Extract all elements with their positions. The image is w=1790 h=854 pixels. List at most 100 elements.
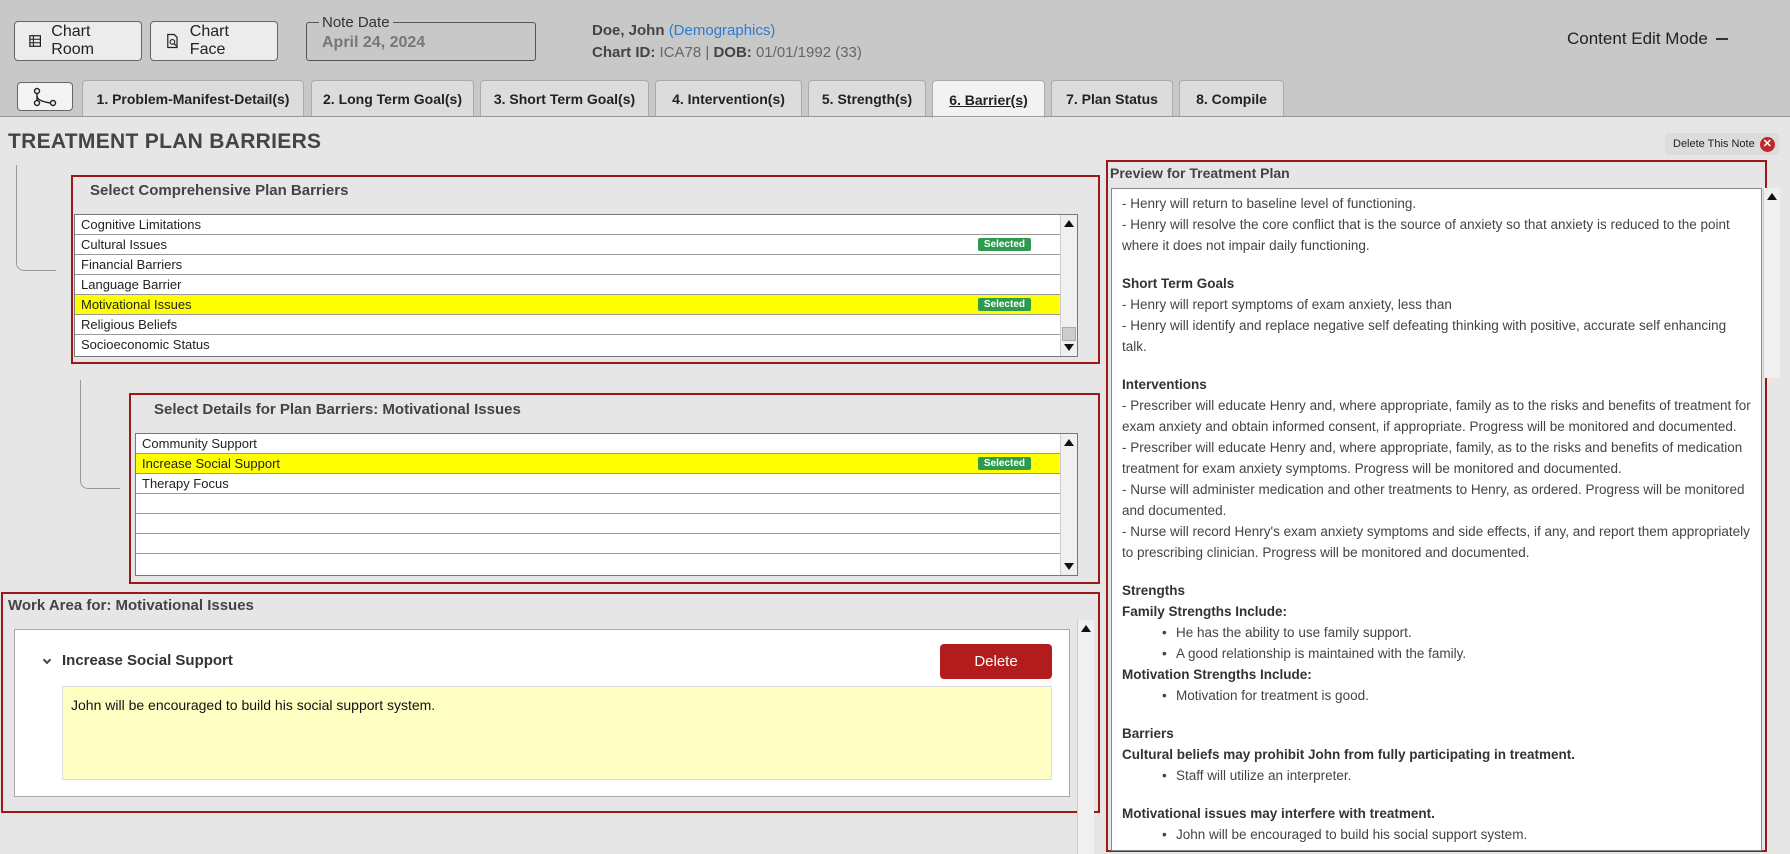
note-date-value: April 24, 2024 [322,34,426,51]
barrier-item[interactable]: Religious Beliefs [75,315,1077,335]
preview-heading: Interventions [1122,377,1207,392]
preview-heading: Barriers [1122,726,1174,741]
preview-content: - Henry will return to baseline level of… [1111,188,1762,851]
tab-label: 6. Barrier(s) [949,91,1028,108]
detail-label: Therapy Focus [142,476,229,491]
barrier-item[interactable]: Language Barrier [75,275,1077,295]
scroll-down-icon[interactable] [1064,563,1074,570]
work-area-title: Work Area for: Motivational Issues [8,597,254,614]
tab-compile[interactable]: 8. Compile [1179,80,1284,117]
detail-item[interactable] [136,514,1077,534]
content-edit-mode-toggle[interactable]: Content Edit Mode [1567,29,1728,49]
preview-bullet: Staff will utilize an interpreter. [1122,765,1751,786]
preview-bullet: John will be encouraged to build his soc… [1122,824,1751,845]
minus-icon [1715,38,1728,40]
preview-spacer [1122,256,1751,273]
preview-title: Preview for Treatment Plan [1110,165,1290,181]
preview-heading: Motivation Strengths Include: [1122,667,1312,682]
chart-id-label: Chart ID: [592,44,656,61]
barrier-item[interactable]: Socioeconomic Status [75,335,1077,355]
barrier-label: Socioeconomic Status [81,337,210,352]
tab-barriers[interactable]: 6. Barrier(s) [932,80,1045,118]
barrier-label: Motivational Issues [81,297,192,312]
tab-problem-manifest-detail[interactable]: 1. Problem-Manifest-Detail(s) [82,80,304,117]
tab-long-term-goals[interactable]: 2. Long Term Goal(s) [311,80,474,117]
grid-icon [29,35,42,47]
demographics-link[interactable]: (Demographics) [669,22,776,39]
preview-bullet: He has the ability to use family support… [1122,622,1751,643]
dob-label: DOB: [713,44,752,61]
preview-heading: Short Term Goals [1122,276,1235,291]
preview-heading: Motivational issues may interfere with t… [1122,806,1435,821]
tab-plan-status[interactable]: 7. Plan Status [1051,80,1173,117]
detail-item[interactable] [136,494,1077,514]
note-textarea[interactable]: John will be encouraged to build his soc… [62,686,1052,780]
details-list: Community Support Increase Social Suppor… [135,433,1078,576]
barrier-label: Cultural Issues [81,237,167,252]
chart-face-label: Chart Face [189,23,229,58]
note-date-label: Note Date [319,15,393,31]
barrier-item[interactable]: Cultural Issues Selected [75,235,1077,255]
detail-item-selected[interactable]: Increase Social Support Selected [136,454,1077,474]
patient-info: Doe, John (Demographics) Chart ID: ICA78… [592,20,862,64]
workflow-button[interactable] [17,82,73,111]
barrier-item[interactable]: Financial Barriers [75,255,1077,275]
scroll-up-icon[interactable] [1081,625,1091,632]
preview-spacer [1122,786,1751,803]
barriers-scrollbar[interactable] [1060,215,1077,356]
tab-label: 7. Plan Status [1066,91,1158,107]
tab-short-term-goals[interactable]: 3. Short Term Goal(s) [480,80,649,117]
details-scrollbar[interactable] [1060,434,1077,575]
preview-line: - Henry will report symptoms of exam anx… [1122,297,1452,312]
page-title: TREATMENT PLAN BARRIERS [8,130,322,153]
preview-scrollbar[interactable] [1763,188,1780,378]
preview-line: - Nurse will administer medication and o… [1122,482,1745,518]
barriers-list: Cognitive Limitations Cultural Issues Sel… [74,214,1078,357]
preview-spacer [1122,706,1751,723]
tab-label: 1. Problem-Manifest-Detail(s) [96,91,290,107]
preview-heading: Strengths [1122,583,1186,598]
barrier-label: Financial Barriers [81,257,183,272]
barrier-label: Religious Beliefs [81,317,178,332]
patient-name: Doe, John [592,22,665,39]
detail-item[interactable]: Community Support [136,434,1077,454]
detail-label: Increase Social Support [142,456,281,471]
scroll-up-icon[interactable] [1767,193,1777,200]
scroll-up-icon[interactable] [1064,220,1074,227]
note-date-field[interactable]: Note Date April 24, 2024 [306,15,536,61]
detail-item[interactable]: Therapy Focus [136,474,1077,494]
tab-label: 3. Short Term Goal(s) [493,91,636,107]
detail-label: Community Support [142,436,257,451]
delete-note-button[interactable]: Delete This Note ✕ [1665,133,1779,155]
chart-room-label: Chart Room [51,23,94,58]
chart-id-value: ICA78 [659,44,702,61]
selected-badge: Selected [977,457,1031,470]
tab-label: 4. Intervention(s) [672,91,785,107]
scroll-up-icon[interactable] [1064,439,1074,446]
barriers-title: Select Comprehensive Plan Barriers [90,182,349,199]
barrier-item-selected[interactable]: Motivational Issues Selected [75,295,1077,315]
selected-badge: Selected [977,238,1031,251]
tab-strengths[interactable]: 5. Strength(s) [808,80,926,117]
tab-label: 5. Strength(s) [821,91,913,107]
chart-room-button[interactable]: Chart Room [14,21,142,61]
delete-button[interactable]: Delete [940,644,1052,679]
tab-interventions[interactable]: 4. Intervention(s) [655,80,802,117]
chart-face-button[interactable]: Chart Face [150,21,278,61]
detail-item[interactable] [136,534,1077,554]
delete-note-label: Delete This Note [1673,138,1755,150]
barrier-item[interactable]: Cognitive Limitations [75,215,1077,235]
preview-bullet: A good relationship is maintained with t… [1122,643,1751,664]
preview-line: - Henry will return to baseline level of… [1122,196,1417,211]
document-search-icon [167,33,178,49]
work-area-scrollbar[interactable] [1077,620,1094,854]
tab-label: 2. Long Term Goal(s) [323,91,462,107]
preview-line: - Henry will resolve the core conflict t… [1122,217,1730,253]
scroll-thumb[interactable] [1062,327,1076,341]
selected-badge: Selected [977,298,1031,311]
delete-button-label: Delete [974,653,1018,670]
preview-bullet: Motivation for treatment is good. [1122,685,1751,706]
tree-connector [80,380,120,489]
scroll-down-icon[interactable] [1064,344,1074,351]
detail-item[interactable] [136,554,1077,574]
